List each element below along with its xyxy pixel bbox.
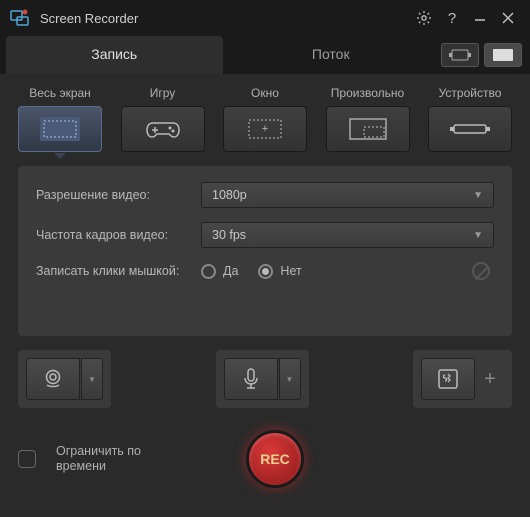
overlay-button[interactable] — [421, 358, 475, 400]
full-view-button[interactable] — [484, 43, 522, 67]
radio-icon — [258, 264, 273, 279]
capture-label-custom: Произвольно — [331, 86, 404, 100]
titlebar: Screen Recorder ? — [0, 0, 530, 36]
compact-view-button[interactable] — [441, 43, 479, 67]
svg-text:+: + — [262, 123, 268, 135]
prohibit-icon — [472, 262, 490, 280]
overlay-group: + — [413, 350, 512, 408]
overlay-add-button[interactable]: + — [476, 358, 504, 400]
mic-button[interactable] — [224, 358, 278, 400]
capture-window-button[interactable]: + — [223, 106, 307, 152]
webcam-dropdown[interactable] — [81, 358, 103, 400]
webcam-button[interactable] — [26, 358, 80, 400]
tab-record[interactable]: Запись — [6, 36, 223, 74]
content-pane: Весь экран Игру Окно + Произвольно Устро… — [0, 74, 530, 418]
mic-dropdown[interactable] — [279, 358, 301, 400]
capture-device-button[interactable] — [428, 106, 512, 152]
webcam-icon — [42, 368, 64, 390]
capture-label-fullscreen: Весь экран — [29, 86, 91, 100]
capture-mode-row: Весь экран Игру Окно + Произвольно Устро… — [18, 86, 512, 152]
app-icon — [10, 8, 30, 28]
clicks-no-radio[interactable]: Нет — [258, 264, 301, 279]
capture-label-window: Окно — [251, 86, 279, 100]
mic-icon — [242, 367, 260, 391]
resolution-select[interactable]: 1080p — [201, 182, 494, 208]
fps-label: Частота кадров видео: — [36, 228, 201, 242]
app-title: Screen Recorder — [40, 11, 410, 26]
device-row: + — [18, 350, 512, 408]
tabbar: Запись Поток — [0, 36, 530, 74]
clicks-yes-radio[interactable]: Да — [201, 264, 238, 279]
clicks-radio-group: Да Нет — [201, 262, 494, 280]
view-mode-group — [439, 36, 524, 74]
limit-time-checkbox[interactable] — [18, 450, 36, 468]
device-icon — [448, 119, 492, 139]
minimize-button[interactable] — [466, 4, 494, 32]
settings-button[interactable] — [410, 4, 438, 32]
capture-custom-button[interactable] — [326, 106, 410, 152]
webcam-group — [18, 350, 111, 408]
tab-stream[interactable]: Поток — [223, 36, 440, 74]
settings-panel: Разрешение видео: 1080p Частота кадров в… — [18, 166, 512, 336]
gamepad-icon — [145, 117, 181, 141]
fps-select[interactable]: 30 fps — [201, 222, 494, 248]
help-button[interactable]: ? — [438, 4, 466, 32]
capture-fullscreen-button[interactable] — [18, 106, 102, 152]
overlay-icon — [437, 368, 459, 390]
bottom-row: Ограничить по времени REC — [0, 418, 530, 500]
radio-icon — [201, 264, 216, 279]
record-button[interactable]: REC — [246, 430, 304, 488]
resolution-label: Разрешение видео: — [36, 188, 201, 202]
capture-label-game: Игру — [150, 86, 176, 100]
capture-label-device: Устройство — [439, 86, 502, 100]
capture-game-button[interactable] — [121, 106, 205, 152]
radio-label-no: Нет — [280, 264, 301, 278]
close-button[interactable] — [494, 4, 522, 32]
mic-group — [216, 350, 309, 408]
limit-time-label: Ограничить по времени — [56, 444, 166, 474]
clicks-label: Записать клики мышкой: — [36, 264, 201, 278]
radio-label-yes: Да — [223, 264, 238, 278]
